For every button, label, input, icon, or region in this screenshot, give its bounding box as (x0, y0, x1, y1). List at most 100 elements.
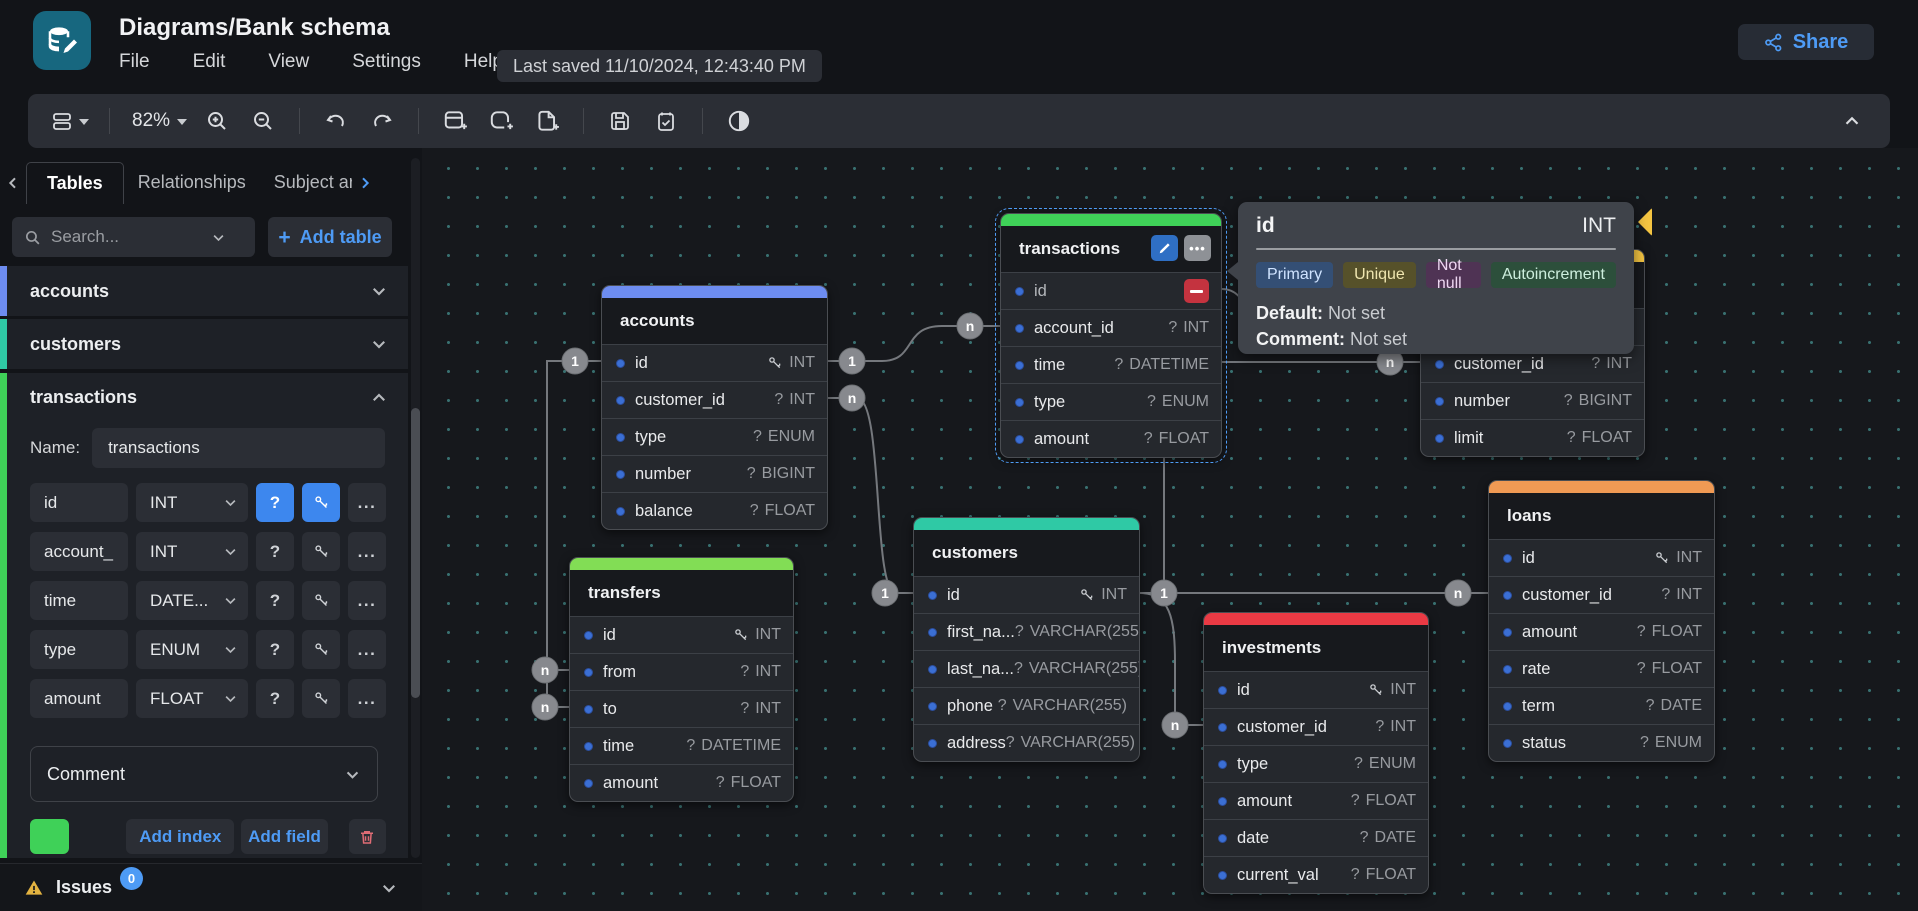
field-type-select[interactable]: INT (136, 532, 248, 571)
primary-key-toggle[interactable] (302, 679, 340, 718)
add-index-button[interactable]: Add index (126, 819, 234, 854)
table-field-row[interactable]: type?ENUM (1204, 745, 1428, 782)
edit-table-button[interactable] (1151, 235, 1178, 261)
table-field-row[interactable]: idINT (602, 344, 827, 381)
nullable-toggle[interactable]: ? (256, 532, 294, 571)
field-type-select[interactable]: DATE... (136, 581, 248, 620)
table-search[interactable] (12, 217, 255, 257)
field-more-button[interactable]: ... (348, 679, 386, 718)
zoom-out-button[interactable] (247, 102, 279, 140)
primary-key-toggle[interactable] (302, 483, 340, 522)
table-field-row[interactable]: idINT (1204, 671, 1428, 708)
undo-button[interactable] (320, 102, 352, 140)
nullable-toggle[interactable]: ? (256, 679, 294, 718)
table-field-row[interactable]: last_na...?VARCHAR(255) (914, 650, 1139, 687)
sidebar-item-transactions[interactable]: transactions (30, 387, 137, 408)
table-field-row[interactable]: number?BIGINT (602, 455, 827, 492)
table-field-row[interactable]: time?DATETIME (1001, 346, 1221, 383)
table-field-row[interactable]: account_id?INT (1001, 309, 1221, 346)
table-field-row[interactable]: amount?FLOAT (1489, 613, 1714, 650)
table-field-row[interactable]: idINT (1489, 539, 1714, 576)
diagram-canvas[interactable]: 1 1 n n 1 n n 1 n n n accounts idINT cus… (422, 148, 1918, 911)
table-node-loans[interactable]: loans idINT customer_id?INT amount?FLOAT… (1488, 480, 1715, 762)
table-node-investments[interactable]: investments idINT customer_id?INT type?E… (1203, 612, 1429, 894)
table-node-transfers[interactable]: transfers idINT from?INT to?INT time?DAT… (569, 557, 794, 802)
menu-settings[interactable]: Settings (352, 51, 421, 73)
table-field-row[interactable]: balance?FLOAT (602, 492, 827, 529)
search-input[interactable] (51, 227, 201, 247)
todo-button[interactable] (650, 102, 682, 140)
field-type-select[interactable]: FLOAT (136, 679, 248, 718)
tab-tables[interactable]: Tables (26, 162, 124, 204)
table-field-row[interactable]: term?DATE (1489, 687, 1714, 724)
tab-subject-areas[interactable]: Subject ar (260, 162, 352, 203)
add-table-button[interactable] (439, 102, 471, 140)
tabs-scroll-left-button[interactable] (0, 175, 26, 191)
table-field-row[interactable]: customer_id?INT (1489, 576, 1714, 613)
table-field-row[interactable]: customer_id?INT (602, 381, 827, 418)
table-name-input[interactable] (92, 428, 385, 468)
field-more-button[interactable]: ... (348, 630, 386, 669)
table-field-row[interactable]: number?BIGINT (1421, 382, 1644, 419)
table-node-accounts[interactable]: accounts idINT customer_id?INT type?ENUM… (601, 285, 828, 530)
delete-table-button[interactable] (349, 819, 386, 854)
nullable-toggle[interactable]: ? (256, 483, 294, 522)
table-node-customers[interactable]: customers idINT first_na...?VARCHAR(255)… (913, 517, 1140, 762)
table-field-row[interactable]: status?ENUM (1489, 724, 1714, 761)
field-type-select[interactable]: ENUM (136, 630, 248, 669)
nullable-toggle[interactable]: ? (256, 630, 294, 669)
table-field-row[interactable]: id (1001, 272, 1221, 309)
chevron-up-icon[interactable] (370, 389, 388, 407)
field-name-input[interactable]: type (30, 630, 128, 669)
menu-edit[interactable]: Edit (193, 51, 226, 73)
add-area-button[interactable] (485, 102, 517, 140)
sidebar-item-accounts[interactable]: accounts (0, 266, 408, 316)
table-more-button[interactable]: ••• (1184, 235, 1211, 261)
table-field-row[interactable]: current_val?FLOAT (1204, 856, 1428, 893)
issues-bar[interactable]: Issues 0 (0, 863, 422, 911)
table-field-row[interactable]: type?ENUM (1001, 383, 1221, 420)
table-field-row[interactable]: amount?FLOAT (570, 764, 793, 801)
field-name-input[interactable]: account_ (30, 532, 128, 571)
tab-relationships[interactable]: Relationships (124, 162, 260, 203)
field-name-input[interactable]: time (30, 581, 128, 620)
table-field-row[interactable]: idINT (570, 616, 793, 653)
table-color-swatch[interactable] (30, 819, 69, 854)
add-note-button[interactable] (531, 102, 563, 140)
delete-field-button[interactable] (1184, 279, 1209, 303)
table-field-row[interactable]: type?ENUM (602, 418, 827, 455)
table-field-row[interactable]: rate?FLOAT (1489, 650, 1714, 687)
zoom-level-button[interactable]: 82% (130, 102, 187, 140)
table-field-row[interactable]: customer_id?INT (1204, 708, 1428, 745)
primary-key-toggle[interactable] (302, 581, 340, 620)
table-field-row[interactable]: first_na...?VARCHAR(255) (914, 613, 1139, 650)
field-name-input[interactable]: id (30, 483, 128, 522)
field-name-input[interactable]: amount (30, 679, 128, 718)
table-node-transactions[interactable]: transactions ••• id account_id?INT time?… (1000, 213, 1222, 458)
theme-toggle-button[interactable] (723, 102, 755, 140)
table-field-row[interactable]: phone?VARCHAR(255) (914, 687, 1139, 724)
add-field-button[interactable]: Add field (241, 819, 327, 854)
table-field-row[interactable]: limit?FLOAT (1421, 419, 1644, 456)
comment-section[interactable]: Comment (30, 746, 378, 802)
add-table-sidebar-button[interactable]: + Add table (268, 217, 392, 257)
redo-button[interactable] (366, 102, 398, 140)
primary-key-toggle[interactable] (302, 532, 340, 571)
table-field-row[interactable]: amount?FLOAT (1204, 782, 1428, 819)
menu-file[interactable]: File (119, 51, 150, 73)
primary-key-toggle[interactable] (302, 630, 340, 669)
table-field-row[interactable]: date?DATE (1204, 819, 1428, 856)
field-more-button[interactable]: ... (348, 532, 386, 571)
field-more-button[interactable]: ... (348, 483, 386, 522)
table-field-row[interactable]: from?INT (570, 653, 793, 690)
layout-menu-button[interactable] (50, 102, 89, 140)
table-field-row[interactable]: amount?FLOAT (1001, 420, 1221, 457)
table-field-row[interactable]: idINT (914, 576, 1139, 613)
table-field-row[interactable]: to?INT (570, 690, 793, 727)
save-button[interactable] (604, 102, 636, 140)
tabs-scroll-right-button[interactable] (352, 175, 378, 191)
sidebar-item-customers[interactable]: customers (0, 319, 408, 369)
table-field-row[interactable]: address?VARCHAR(255) (914, 724, 1139, 761)
share-button[interactable]: Share (1738, 24, 1874, 60)
field-more-button[interactable]: ... (348, 581, 386, 620)
